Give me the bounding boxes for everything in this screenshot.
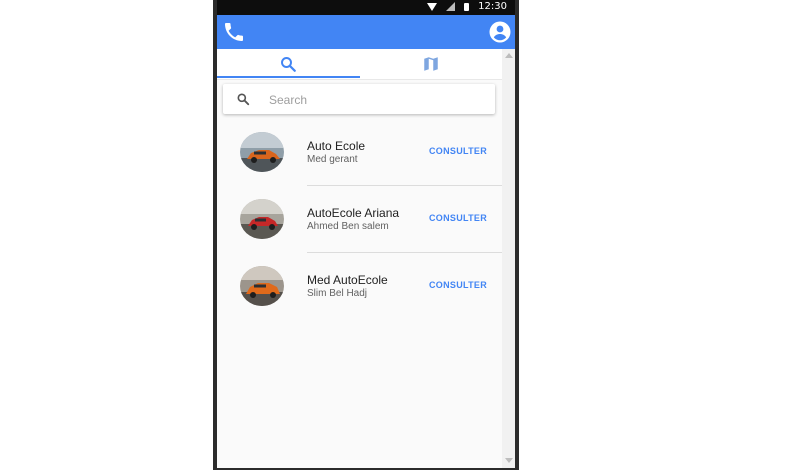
item-title: Med AutoEcole <box>307 273 388 287</box>
list-item[interactable]: Auto Ecole Med gerant CONSULTER <box>217 120 502 186</box>
scrollbar[interactable] <box>502 49 515 468</box>
search-field-icon <box>236 92 250 106</box>
consulter-button[interactable]: CONSULTER <box>429 213 487 223</box>
app-screen: 12:30 Search Auto Ecole Med gerant CONSU… <box>217 0 515 468</box>
avatar <box>240 132 284 172</box>
scroll-down-arrow-icon[interactable] <box>505 458 513 463</box>
tab-bar <box>217 49 502 80</box>
sports-car-image <box>240 266 284 306</box>
consulter-button[interactable]: CONSULTER <box>429 280 487 290</box>
item-subtitle: Slim Bel Hadj <box>307 288 368 299</box>
tab-search[interactable] <box>217 49 359 79</box>
item-title: AutoEcole Ariana <box>307 206 400 220</box>
status-bar: 12:30 <box>217 0 515 15</box>
wifi-icon <box>427 2 438 11</box>
map-icon <box>424 57 438 71</box>
item-subtitle: Ahmed Ben salem <box>307 221 389 232</box>
active-tab-indicator <box>217 76 360 78</box>
app-bar <box>217 15 515 49</box>
avatar <box>240 266 284 306</box>
phone-icon <box>225 23 243 41</box>
item-subtitle: Med gerant <box>307 154 358 165</box>
sports-car-image <box>240 199 284 239</box>
tab-map[interactable] <box>360 49 502 79</box>
sports-car-image <box>240 132 284 172</box>
list-item[interactable]: Med AutoEcole Slim Bel Hadj CONSULTER <box>217 254 502 320</box>
signal-icon <box>446 2 456 11</box>
account-button[interactable] <box>488 20 512 44</box>
consulter-button[interactable]: CONSULTER <box>429 146 487 156</box>
search-icon <box>237 93 250 106</box>
search-input[interactable] <box>267 89 486 111</box>
avatar <box>240 199 284 239</box>
status-clock: 12:30 <box>478 1 507 12</box>
account-circle-icon <box>489 21 511 43</box>
list-item[interactable]: AutoEcole Ariana Ahmed Ben salem CONSULT… <box>217 187 502 253</box>
battery-icon <box>464 2 470 11</box>
divider <box>307 185 502 186</box>
search-icon <box>281 57 296 72</box>
divider <box>307 252 502 253</box>
device-frame: 12:30 Search Auto Ecole Med gerant CONSU… <box>213 0 519 470</box>
phone-button[interactable] <box>222 20 246 44</box>
search-bar <box>223 84 495 114</box>
scroll-up-arrow-icon[interactable] <box>505 53 513 58</box>
item-title: Auto Ecole <box>307 139 366 153</box>
